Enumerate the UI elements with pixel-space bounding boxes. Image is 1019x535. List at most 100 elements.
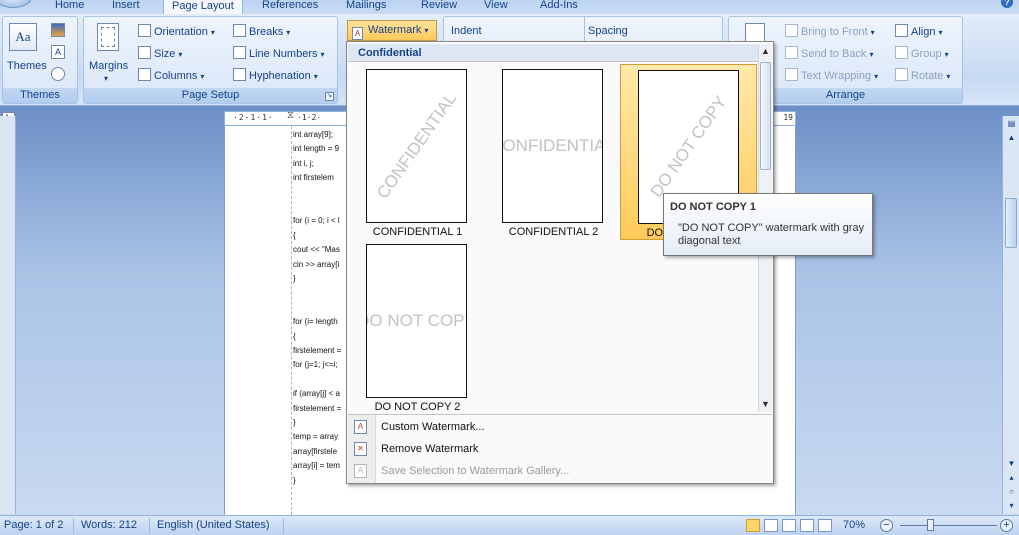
position-icon[interactable]: [745, 23, 765, 43]
theme-effects-icon[interactable]: [51, 67, 65, 81]
document-text-line: {: [293, 331, 296, 341]
themes-button-label[interactable]: Themes: [7, 60, 47, 72]
full-screen-reading-view-icon[interactable]: [764, 519, 778, 532]
tab-page-layout[interactable]: Page Layout: [163, 0, 243, 14]
watermark-preview-text: DO NOT COPY: [646, 92, 730, 201]
language-indicator[interactable]: English (United States): [157, 519, 270, 531]
scroll-up-icon[interactable]: ▲: [761, 46, 770, 56]
watermark-option-do-not-copy-2[interactable]: DO NOT COPY DO NOT COPY 2: [349, 239, 486, 415]
hyphenation-icon: [233, 68, 246, 81]
remove-watermark-menu-item[interactable]: ✕ Remove Watermark: [348, 438, 772, 460]
save-selection-label: Save Selection to Watermark Gallery...: [381, 465, 570, 477]
help-icon[interactable]: ?: [1001, 0, 1013, 8]
bring-to-front-button[interactable]: Bring to Front ▾: [785, 23, 875, 41]
watermark-label: Watermark: [368, 24, 422, 36]
breaks-button[interactable]: Breaks ▾: [233, 23, 290, 41]
watermark-preview-text: CONFIDENTIAL: [372, 89, 460, 203]
custom-watermark-icon: A: [354, 420, 367, 434]
breaks-icon: [233, 24, 246, 37]
send-to-back-label: Send to Back: [801, 48, 867, 60]
print-layout-view-icon[interactable]: [746, 519, 760, 532]
gallery-category-header: Confidential: [348, 44, 758, 62]
theme-fonts-icon[interactable]: A: [51, 45, 65, 59]
previous-page-icon[interactable]: ▴: [1006, 472, 1017, 483]
spacing-label: Spacing: [588, 25, 628, 37]
chevron-down-icon: ▾: [424, 26, 429, 35]
gallery-scroll-thumb[interactable]: [760, 62, 771, 170]
rotate-button[interactable]: Rotate ▾: [895, 67, 950, 85]
watermark-option-confidential-2[interactable]: CONFIDENTIAL CONFIDENTIAL 2: [485, 64, 622, 242]
orientation-button[interactable]: Orientation ▾: [138, 23, 215, 41]
zoom-out-icon[interactable]: −: [880, 519, 893, 532]
zoom-level[interactable]: 70%: [843, 519, 865, 531]
next-page-icon[interactable]: ▾: [1006, 500, 1017, 511]
rotate-icon: [895, 68, 908, 81]
custom-watermark-menu-item[interactable]: A Custom Watermark...: [348, 416, 772, 438]
line-numbers-icon: [233, 46, 246, 59]
margins-button[interactable]: Margins: [89, 60, 128, 72]
word-count[interactable]: Words: 212: [81, 519, 137, 531]
align-button[interactable]: Align ▾: [895, 23, 942, 41]
save-selection-menu-item[interactable]: A Save Selection to Watermark Gallery...: [348, 460, 772, 482]
scroll-down-icon[interactable]: ▼: [1006, 458, 1017, 469]
theme-colors-icon[interactable]: [51, 23, 65, 37]
page-setup-group: Margins ▾ Orientation ▾ Size ▾ Columns ▾ Br…: [83, 16, 338, 104]
size-button[interactable]: Size ▾: [138, 45, 182, 63]
text-wrapping-button[interactable]: Text Wrapping ▾: [785, 67, 878, 85]
tab-view[interactable]: View: [476, 0, 516, 14]
page-setup-dialog-launcher-icon[interactable]: ↘: [325, 92, 334, 101]
document-text-line: for (i= length: [293, 317, 338, 327]
page-count[interactable]: Page: 1 of 2: [4, 519, 63, 531]
gallery-divider: [348, 414, 772, 415]
scroll-up-icon[interactable]: ▲: [1006, 132, 1017, 143]
watermark-button[interactable]: A Watermark ▾: [347, 20, 437, 41]
columns-button[interactable]: Columns ▾: [138, 67, 204, 85]
themes-group-label: Themes: [3, 88, 77, 103]
zoom-slider-thumb[interactable]: [927, 519, 934, 531]
zoom-in-icon[interactable]: +: [1000, 519, 1013, 532]
margins-dropdown-icon[interactable]: ▾: [104, 74, 108, 83]
tab-review[interactable]: Review: [413, 0, 465, 14]
tab-add-ins[interactable]: Add-Ins: [532, 0, 586, 14]
remove-watermark-label: Remove Watermark: [381, 443, 479, 455]
watermark-option-confidential-1[interactable]: CONFIDENTIAL CONFIDENTIAL 1: [349, 64, 486, 242]
align-label: Align: [911, 26, 936, 38]
vertical-ruler: [0, 116, 16, 514]
scroll-down-icon[interactable]: ▼: [761, 399, 770, 409]
tab-references[interactable]: References: [254, 0, 326, 14]
tab-insert[interactable]: Insert: [104, 0, 148, 14]
document-text-line: }: [293, 418, 296, 427]
ruler-toggle-icon[interactable]: ▤: [1006, 118, 1017, 129]
select-browse-object-icon[interactable]: ○: [1006, 486, 1017, 497]
bring-to-front-label: Bring to Front: [801, 26, 868, 38]
tab-mailings[interactable]: Mailings: [338, 0, 394, 14]
outline-view-icon[interactable]: [800, 519, 814, 532]
web-layout-view-icon[interactable]: [782, 519, 796, 532]
tab-home[interactable]: Home: [47, 0, 92, 14]
status-separator: [283, 518, 284, 534]
document-text-line: cin >> array[i: [293, 259, 340, 269]
vertical-scrollbar[interactable]: ▤ ▲ ▼ ▴ ○ ▾: [1002, 116, 1019, 514]
tooltip-description: "DO NOT COPY" watermark with gray diagon…: [678, 222, 865, 247]
document-text-line: int array[9];: [293, 130, 334, 139]
group-button[interactable]: Group ▾: [895, 45, 949, 63]
document-text-line: for (i = 0; i < l: [293, 216, 340, 226]
document-text-line: int length = 9: [293, 144, 340, 154]
document-text-line: }: [293, 475, 296, 485]
hyphenation-button[interactable]: Hyphenation ▾: [233, 67, 318, 85]
watermark-icon: A: [352, 27, 363, 40]
zoom-slider-track[interactable]: [900, 525, 997, 526]
line-numbers-button[interactable]: Line Numbers ▾: [233, 45, 325, 63]
ruler-right-number: 19: [783, 113, 793, 122]
text-wrapping-label: Text Wrapping: [801, 70, 872, 82]
margins-icon[interactable]: [97, 23, 119, 51]
indent-marker-icon[interactable]: ⧖: [287, 110, 294, 121]
custom-watermark-label: Custom Watermark...: [381, 421, 485, 433]
office-button[interactable]: [0, 0, 32, 8]
draft-view-icon[interactable]: [818, 519, 832, 532]
send-to-back-button[interactable]: Send to Back ▾: [785, 45, 873, 63]
vertical-scroll-thumb[interactable]: [1005, 198, 1017, 248]
themes-icon[interactable]: Aa: [9, 23, 37, 51]
breaks-label: Breaks: [249, 26, 284, 38]
chevron-down-icon: ▾: [210, 28, 215, 37]
